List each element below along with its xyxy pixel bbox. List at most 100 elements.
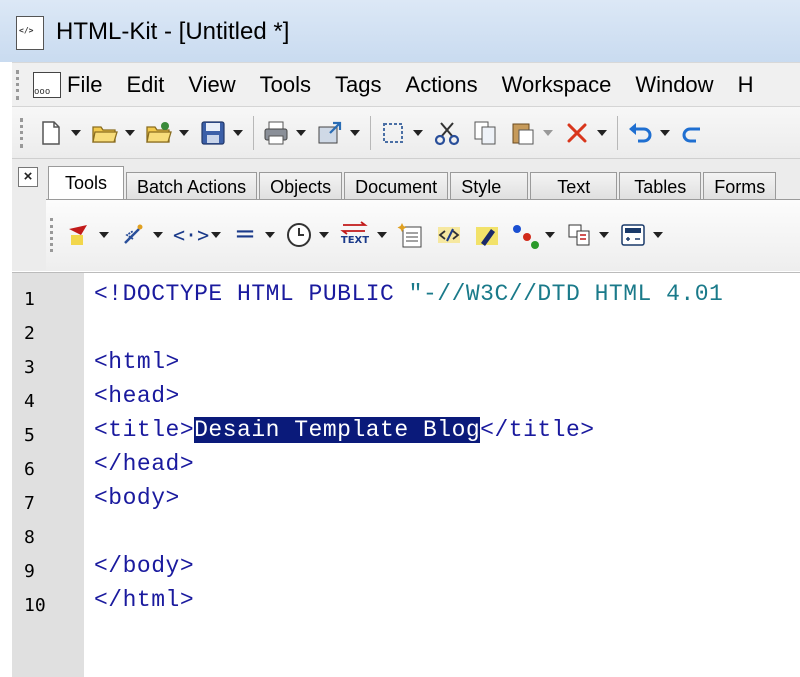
new-file-icon[interactable] bbox=[37, 119, 65, 147]
line-number: 3 bbox=[24, 357, 35, 378]
toolbar-separator bbox=[253, 116, 254, 150]
open-dropdown-arrow[interactable] bbox=[125, 130, 135, 136]
edit-tag-icon[interactable] bbox=[435, 221, 463, 249]
paste-dropdown-arrow[interactable] bbox=[543, 130, 553, 136]
code-line[interactable]: 2 bbox=[12, 315, 800, 349]
document-menu-icon[interactable] bbox=[33, 72, 61, 98]
tab-batch-actions[interactable]: Batch Actions bbox=[126, 172, 258, 201]
toolbar-grip-handle[interactable] bbox=[20, 118, 27, 148]
code-text[interactable]: <title>Desain Template Blog</title> bbox=[94, 417, 595, 443]
code-token: </head> bbox=[94, 451, 195, 477]
tag-template-icon[interactable] bbox=[565, 221, 593, 249]
code-token: <title> bbox=[94, 417, 195, 443]
code-text[interactable]: </body> bbox=[94, 553, 194, 579]
tab-text[interactable]: Text bbox=[530, 172, 618, 201]
menu-edit[interactable]: Edit bbox=[126, 72, 164, 98]
text-transform-dropdown-arrow[interactable] bbox=[377, 232, 387, 238]
line-number: 1 bbox=[24, 289, 35, 310]
equals-icon[interactable]: = bbox=[231, 221, 259, 249]
publish-icon[interactable] bbox=[316, 119, 344, 147]
menu-workspace[interactable]: Workspace bbox=[502, 72, 612, 98]
color-dropdown-arrow[interactable] bbox=[545, 232, 555, 238]
text-icon-label: TEXT bbox=[340, 235, 370, 246]
code-text[interactable]: <!DOCTYPE HTML PUBLIC "-//W3C//DTD HTML … bbox=[94, 281, 723, 307]
menu-help[interactable]: H bbox=[738, 72, 754, 98]
angle-dropdown-arrow[interactable] bbox=[211, 232, 221, 238]
undo-icon[interactable] bbox=[626, 119, 654, 147]
new-file-dropdown-arrow[interactable] bbox=[71, 130, 81, 136]
menu-grip-handle[interactable] bbox=[16, 70, 25, 100]
tab-document[interactable]: Document bbox=[344, 172, 449, 201]
print-icon[interactable] bbox=[262, 119, 290, 147]
calculator-dropdown-arrow[interactable] bbox=[653, 232, 663, 238]
code-line[interactable]: 7 <body> bbox=[12, 485, 800, 519]
delete-icon[interactable] bbox=[563, 119, 591, 147]
tab-forms[interactable]: Forms bbox=[703, 172, 777, 201]
line-number: 5 bbox=[24, 425, 35, 446]
code-text[interactable]: <body> bbox=[94, 485, 180, 511]
tab-toolbar-grip-handle[interactable] bbox=[50, 218, 57, 252]
code-text[interactable]: </head> bbox=[94, 451, 194, 477]
menu-actions[interactable]: Actions bbox=[406, 72, 478, 98]
calculator-icon[interactable] bbox=[619, 221, 647, 249]
code-line[interactable]: 1 <!DOCTYPE HTML PUBLIC "-//W3C//DTD HTML… bbox=[12, 281, 800, 315]
menu-window[interactable]: Window bbox=[635, 72, 713, 98]
close-panel-button[interactable]: × bbox=[18, 167, 38, 187]
code-line[interactable]: 10 </html> bbox=[12, 587, 800, 621]
text-transform-icon[interactable]: TEXT bbox=[339, 221, 371, 249]
code-text[interactable]: </html> bbox=[94, 587, 194, 613]
code-token: </body> bbox=[94, 553, 195, 579]
select-dropdown-arrow[interactable] bbox=[413, 130, 423, 136]
pen-icon[interactable] bbox=[473, 221, 501, 249]
undo-dropdown-arrow[interactable] bbox=[660, 130, 670, 136]
code-line[interactable]: 9 </body> bbox=[12, 553, 800, 587]
menu-view[interactable]: View bbox=[188, 72, 235, 98]
tag-template-dropdown-arrow[interactable] bbox=[599, 232, 609, 238]
equals-dropdown-arrow[interactable] bbox=[265, 232, 275, 238]
line-number: 4 bbox=[24, 391, 35, 412]
code-text[interactable]: <head> bbox=[94, 383, 180, 409]
recent-dropdown-arrow[interactable] bbox=[179, 130, 189, 136]
publish-dropdown-arrow[interactable] bbox=[350, 130, 360, 136]
highlighter-icon[interactable] bbox=[65, 221, 93, 249]
code-line[interactable]: 8 bbox=[12, 519, 800, 553]
paste-icon[interactable] bbox=[509, 119, 537, 147]
code-line[interactable]: 4 <head> bbox=[12, 383, 800, 417]
open-folder-icon[interactable] bbox=[91, 119, 119, 147]
highlighter-dropdown-arrow[interactable] bbox=[99, 232, 109, 238]
delete-dropdown-arrow[interactable] bbox=[597, 130, 607, 136]
tab-tools[interactable]: Tools bbox=[48, 166, 125, 201]
line-number: 10 bbox=[24, 595, 46, 616]
save-icon[interactable] bbox=[199, 119, 227, 147]
code-token: <!DOCTYPE HTML PUBLIC bbox=[94, 281, 409, 307]
tab-tables[interactable]: Tables bbox=[619, 172, 702, 201]
code-text[interactable]: <html> bbox=[94, 349, 180, 375]
angle-brackets-icon[interactable]: <·> bbox=[173, 221, 209, 249]
code-line[interactable]: 5 <title>Desain Template Blog</title> bbox=[12, 417, 800, 451]
open-recent-icon[interactable] bbox=[145, 119, 173, 147]
tools-panel: × Tools Batch Actions Objects Document S… bbox=[12, 158, 800, 271]
cut-icon[interactable] bbox=[433, 119, 461, 147]
save-dropdown-arrow[interactable] bbox=[233, 130, 243, 136]
toolbar-separator bbox=[617, 116, 618, 150]
tab-objects[interactable]: Objects bbox=[259, 172, 343, 201]
code-line[interactable]: 6 </head> bbox=[12, 451, 800, 485]
code-editor[interactable]: 1 <!DOCTYPE HTML PUBLIC "-//W3C//DTD HTML… bbox=[12, 272, 800, 677]
color-picker-icon[interactable] bbox=[511, 221, 539, 249]
new-document-sparkle-icon[interactable] bbox=[397, 221, 425, 249]
main-toolbar bbox=[12, 106, 800, 159]
wand-tag-icon[interactable] bbox=[119, 221, 147, 249]
code-line[interactable]: 3 <html> bbox=[12, 349, 800, 383]
menu-tools[interactable]: Tools bbox=[260, 72, 311, 98]
wand-dropdown-arrow[interactable] bbox=[153, 232, 163, 238]
menu-file[interactable]: File bbox=[67, 72, 102, 98]
redo-icon[interactable] bbox=[680, 119, 708, 147]
select-icon[interactable] bbox=[379, 119, 407, 147]
menu-tags[interactable]: Tags bbox=[335, 72, 381, 98]
copy-icon[interactable] bbox=[471, 119, 499, 147]
clock-dropdown-arrow[interactable] bbox=[319, 232, 329, 238]
tab-style[interactable]: Style bbox=[450, 172, 529, 201]
print-dropdown-arrow[interactable] bbox=[296, 130, 306, 136]
app-icon[interactable] bbox=[16, 16, 44, 50]
clock-icon[interactable] bbox=[285, 221, 313, 249]
